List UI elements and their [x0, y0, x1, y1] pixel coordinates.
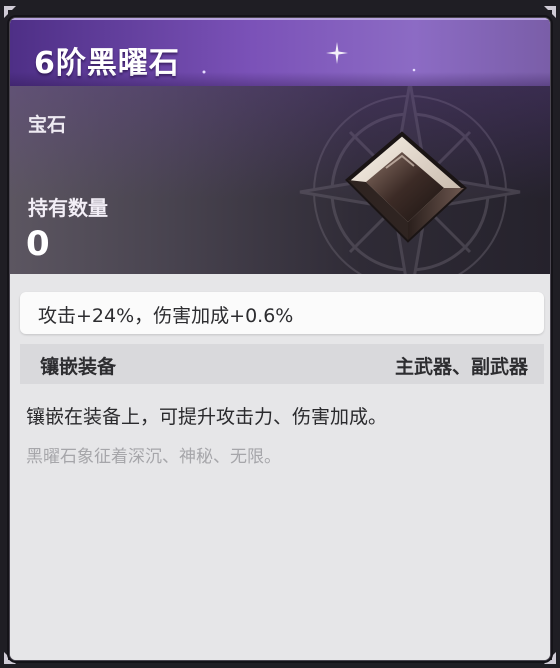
item-details: 攻击+24%，伤害加成+0.6% 镶嵌装备 主武器、副武器 镶嵌在装备上，可提升…: [10, 274, 550, 660]
sparkle-icon: [412, 68, 416, 72]
stat-bonus-text: 攻击+24%，伤害加成+0.6%: [38, 305, 294, 327]
item-lore: 黑曜石象征着深沉、神秘、无限。: [26, 447, 281, 467]
item-info-panel: 宝石 持有数量 0: [10, 86, 550, 274]
item-tooltip-frame: 6阶黑曜石 宝石 持有数量 0 攻击+24%，伤害加成+0.6% 镶嵌装备 主武…: [0, 0, 560, 668]
item-card: 6阶黑曜石 宝石 持有数量 0 攻击+24%，伤害加成+0.6% 镶嵌装备 主武…: [10, 18, 550, 660]
socket-equipment-row: 镶嵌装备 主武器、副武器: [20, 344, 544, 384]
item-name: 6阶黑曜石: [34, 46, 180, 81]
owned-count-value: 0: [26, 224, 50, 264]
owned-count-label: 持有数量: [28, 196, 108, 220]
stat-bonus-box: 攻击+24%，伤害加成+0.6%: [20, 292, 544, 334]
sparkle-icon: [326, 42, 348, 64]
item-category: 宝石: [28, 114, 67, 136]
socket-equipment-label: 镶嵌装备: [40, 356, 117, 378]
sparkle-icon: [202, 70, 206, 74]
obsidian-gem-icon: [345, 131, 467, 243]
socket-equipment-value: 主武器、副武器: [394, 356, 528, 378]
item-header: 6阶黑曜石: [10, 18, 550, 86]
item-description: 镶嵌在装备上，可提升攻击力、伤害加成。: [26, 406, 388, 428]
